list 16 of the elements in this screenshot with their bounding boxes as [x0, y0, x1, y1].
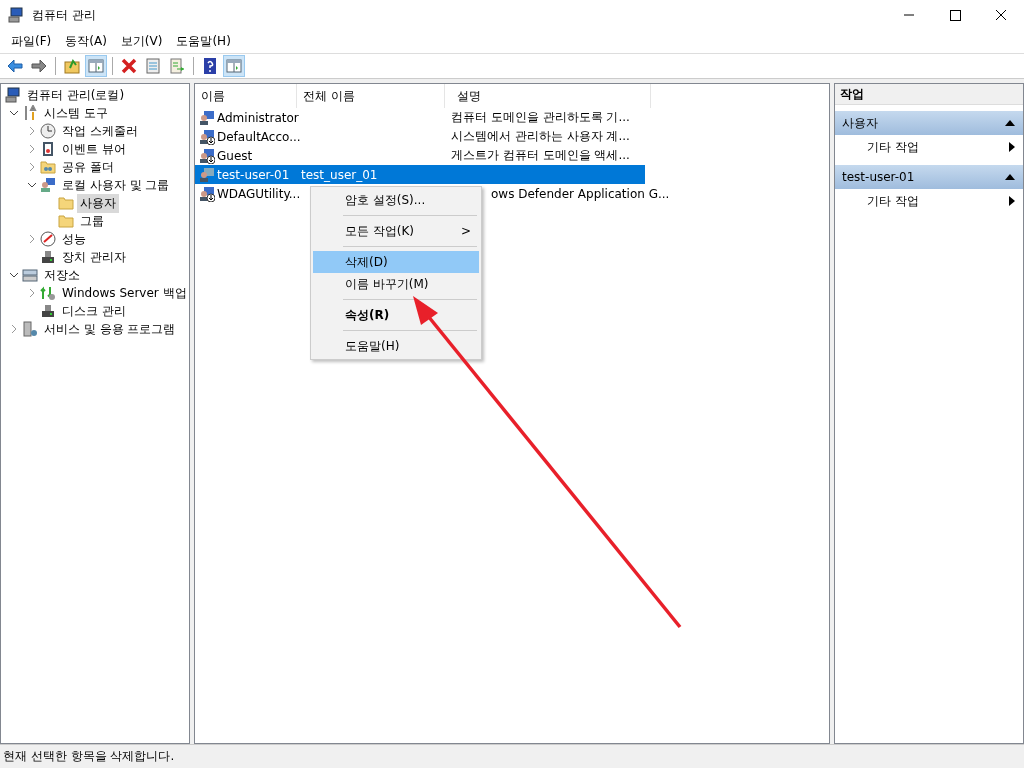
table-cell: ows Defender Application G... — [491, 186, 670, 201]
table-cell: test_user_01 — [301, 167, 378, 182]
table-cell: Guest — [217, 148, 253, 163]
window-title: 컴퓨터 관리 — [32, 6, 97, 24]
table-cell: DefaultAcco... — [217, 129, 301, 144]
submenu-arrow: > — [460, 224, 471, 238]
table-cell: 컴퓨터 도메인을 관리하도록 기... — [451, 109, 630, 126]
status-text: 현재 선택한 항목을 삭제합니다. — [3, 748, 175, 765]
table-cell: 게스트가 컴퓨터 도메인을 액세... — [451, 147, 630, 164]
actions-pane-title: 작업 — [835, 84, 1023, 105]
section-title: test-user-01 — [842, 170, 915, 184]
table-cell: WDAGUtility... — [217, 186, 301, 201]
table-cell: 시스템에서 관리하는 사용자 계... — [451, 128, 630, 145]
section-title: 사용자 — [842, 114, 878, 132]
table-cell: test-user-01 — [217, 167, 290, 182]
table-cell: Administrator — [217, 110, 299, 125]
